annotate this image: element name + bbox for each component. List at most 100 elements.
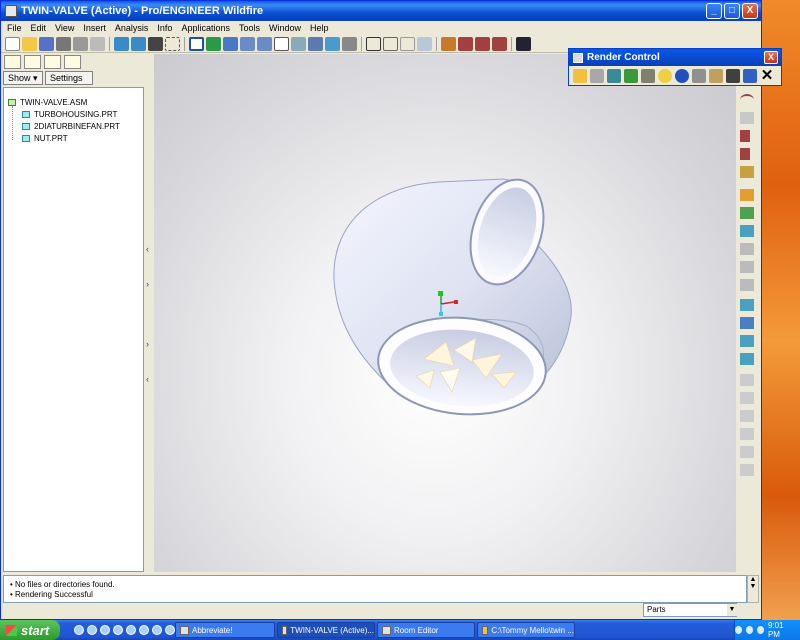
tree-item-turbohousing[interactable]: TURBOHOUSING.PRT <box>22 110 117 119</box>
tray-icon[interactable] <box>735 626 742 634</box>
datum-plane-tool-icon[interactable] <box>740 112 754 124</box>
light-bulb-icon[interactable] <box>658 69 672 83</box>
model-tree-tab-icon[interactable] <box>4 55 21 69</box>
collapse-arrow-icon[interactable]: ‹ <box>146 374 149 384</box>
render-open-icon[interactable] <box>573 69 587 83</box>
quicklaunch-icon[interactable] <box>165 625 175 635</box>
render-setup-icon[interactable] <box>709 69 723 83</box>
datum-axes-icon[interactable] <box>458 36 473 51</box>
sphere-icon[interactable] <box>675 69 689 83</box>
layers-icon[interactable] <box>325 36 340 51</box>
menu-view[interactable]: View <box>55 23 74 33</box>
chevron-down-icon[interactable]: ▼ <box>727 604 737 616</box>
quicklaunch-icon[interactable] <box>100 625 110 635</box>
hidden-line-icon[interactable] <box>383 36 398 51</box>
render-icon[interactable] <box>743 69 757 83</box>
room-editor-icon[interactable] <box>607 69 621 83</box>
quicklaunch-icon[interactable] <box>74 625 84 635</box>
regen-manager-icon[interactable] <box>131 36 146 51</box>
saved-views-icon[interactable] <box>308 36 323 51</box>
datum-point-tool-icon[interactable] <box>740 148 750 160</box>
folder-browser-tab-icon[interactable] <box>24 55 41 69</box>
taskbar-item-explorer[interactable]: C:\Tommy Mello\twin ... <box>477 622 575 638</box>
scene-icon[interactable] <box>590 69 604 83</box>
quicklaunch-icon[interactable] <box>126 625 136 635</box>
find-icon[interactable] <box>148 36 163 51</box>
effects-icon[interactable] <box>641 69 655 83</box>
minimize-button[interactable]: _ <box>706 3 722 19</box>
tray-icon[interactable] <box>746 626 753 634</box>
context-help-icon[interactable] <box>516 36 531 51</box>
orient-mode-icon[interactable] <box>223 36 238 51</box>
tree-item-turbinefan[interactable]: 2DIATURBINEFAN.PRT <box>22 122 120 131</box>
message-scrollbar[interactable]: ▲ ▼ <box>747 575 759 603</box>
datum-points-icon[interactable] <box>475 36 490 51</box>
mirror-icon[interactable] <box>740 317 754 329</box>
close-button[interactable]: X <box>742 3 758 19</box>
sweep-icon[interactable] <box>740 225 754 237</box>
datum-planes-icon[interactable] <box>441 36 456 51</box>
save-icon[interactable] <box>39 36 54 51</box>
selection-filter-dropdown[interactable]: Parts <box>643 603 737 617</box>
expand-arrow-icon[interactable]: › <box>146 339 149 349</box>
datum-axis-tool-icon[interactable] <box>740 130 750 142</box>
extrude-icon[interactable] <box>740 189 754 201</box>
menu-window[interactable]: Window <box>269 23 301 33</box>
favorites-tab-icon[interactable] <box>44 55 61 69</box>
revolve-icon[interactable] <box>740 207 754 219</box>
taskbar-item-abbreviate[interactable]: Abbreviate! <box>175 622 275 638</box>
quicklaunch-icon[interactable] <box>113 625 123 635</box>
print-icon[interactable] <box>56 36 71 51</box>
tree-item-assembly[interactable]: TWIN-VALVE.ASM <box>8 98 87 107</box>
quicklaunch-icon[interactable] <box>152 625 162 635</box>
menu-help[interactable]: Help <box>310 23 329 33</box>
new-file-icon[interactable] <box>5 36 20 51</box>
quicklaunch-icon[interactable] <box>87 625 97 635</box>
wireframe-icon[interactable] <box>366 36 381 51</box>
menu-tools[interactable]: Tools <box>239 23 260 33</box>
clear-render-icon[interactable]: ✕ <box>760 68 774 83</box>
zoom-in-icon[interactable] <box>240 36 255 51</box>
graphics-window[interactable] <box>154 54 736 572</box>
sketch-curve-icon[interactable] <box>740 94 754 106</box>
collapse-arrow-icon[interactable]: ‹ <box>146 244 149 254</box>
copy-icon[interactable] <box>740 299 754 311</box>
csys-tool-icon[interactable] <box>740 166 754 178</box>
render-control-toolbar[interactable]: Render Control X ✕ <box>568 48 782 86</box>
maximize-button[interactable]: □ <box>724 3 740 19</box>
menu-info[interactable]: Info <box>157 23 172 33</box>
tray-icon[interactable] <box>756 626 764 634</box>
zoom-out-icon[interactable] <box>257 36 272 51</box>
menu-edit[interactable]: Edit <box>31 23 47 33</box>
taskbar-item-proe[interactable]: TWIN-VALVE (Active)... <box>277 622 375 638</box>
menu-insert[interactable]: Insert <box>83 23 106 33</box>
repaint-icon[interactable] <box>189 36 204 51</box>
show-dropdown[interactable]: Show ▾ <box>3 71 43 85</box>
window-titlebar[interactable]: TWIN-VALVE (Active) - Pro/ENGINEER Wildf… <box>1 1 761 21</box>
merge-icon[interactable] <box>740 335 754 347</box>
open-folder-icon[interactable] <box>22 36 37 51</box>
regenerate-icon[interactable] <box>114 36 129 51</box>
view-manager-icon[interactable] <box>342 36 357 51</box>
no-hidden-icon[interactable] <box>400 36 415 51</box>
reorient-icon[interactable] <box>291 36 306 51</box>
start-button[interactable]: start <box>0 620 60 640</box>
hole-icon[interactable] <box>740 243 754 255</box>
decal-icon[interactable] <box>692 69 706 83</box>
send-icon[interactable] <box>73 36 88 51</box>
history-tab-icon[interactable] <box>64 55 81 69</box>
render-control-titlebar[interactable]: Render Control <box>569 49 781 66</box>
chamfer-icon[interactable] <box>740 279 754 291</box>
menu-file[interactable]: File <box>7 23 22 33</box>
render-window-icon[interactable] <box>726 69 740 83</box>
trim-icon[interactable] <box>740 353 754 365</box>
shading-icon[interactable] <box>417 36 432 51</box>
spin-center-icon[interactable] <box>206 36 221 51</box>
expand-arrow-icon[interactable]: › <box>146 279 149 289</box>
quicklaunch-icon[interactable] <box>139 625 149 635</box>
round-icon[interactable] <box>740 261 754 273</box>
tree-item-nut[interactable]: NUT.PRT <box>22 134 68 143</box>
panel-splitter[interactable]: ‹ › › ‹ <box>144 54 154 572</box>
menu-analysis[interactable]: Analysis <box>115 23 149 33</box>
taskbar-item-room-editor[interactable]: Room Editor <box>377 622 475 638</box>
